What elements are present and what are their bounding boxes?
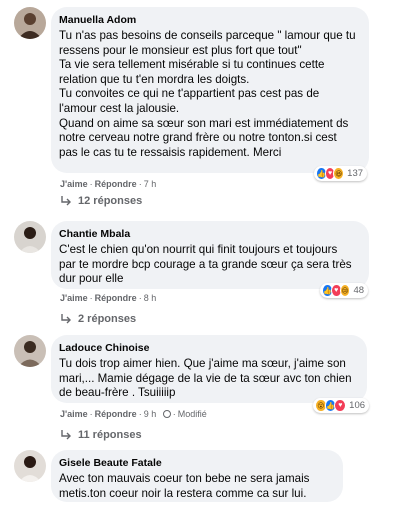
avatar[interactable] [14, 450, 46, 482]
comment-bubble: Manuella Adom Tu n'as pas besoins de con… [51, 7, 369, 173]
comment-author[interactable]: Ladouce Chinoise [59, 342, 357, 354]
comment-text: Tu n'as pas besoins de conseils parceque… [59, 29, 356, 159]
comment-actions: J'aime · Répondre · 9 h · Modifié [60, 409, 207, 419]
comment-author[interactable]: Gisele Beaute Fatale [59, 457, 333, 469]
replies-count: 12 réponses [78, 195, 143, 207]
comment-time[interactable]: 8 h [144, 293, 157, 303]
reaction-count: 137 [347, 168, 364, 179]
avatar[interactable] [14, 221, 46, 253]
reaction-count: 106 [349, 400, 366, 411]
replies-count: 11 réponses [78, 429, 142, 441]
replies-count: 2 réponses [78, 313, 137, 325]
like-link[interactable]: J'aime [60, 293, 88, 303]
reply-link[interactable]: Répondre [95, 179, 137, 189]
love-reaction-icon: ♥ [334, 399, 347, 412]
globe-icon [162, 410, 171, 418]
reply-arrow-icon [61, 430, 71, 440]
reply-link[interactable]: Répondre [95, 293, 137, 303]
view-replies-link[interactable]: 2 réponses [60, 313, 136, 325]
comment-bubble: Chantie Mbala C'est le chien qu'on nourr… [51, 221, 369, 289]
reply-arrow-icon [61, 196, 71, 206]
comment-text: Avec ton mauvais coeur ton bebe ne sera … [59, 472, 310, 500]
reaction-summary[interactable]: 👍 ♥ 😆 137 [314, 166, 367, 181]
comment-actions: J'aime · Répondre · 8 h [60, 293, 157, 303]
comment-time[interactable]: 9 h [144, 409, 157, 419]
comment-author[interactable]: Chantie Mbala [59, 228, 359, 240]
modified-label[interactable]: Modifié [178, 409, 207, 419]
reply-arrow-icon [61, 314, 71, 324]
comment-author[interactable]: Manuella Adom [59, 14, 359, 26]
avatar[interactable] [14, 335, 46, 367]
comment-text: C'est le chien qu'on nourrit qui finit t… [59, 243, 352, 286]
like-link[interactable]: J'aime [60, 409, 88, 419]
comment-actions: J'aime · Répondre · 7 h [60, 179, 157, 189]
haha-reaction-icon: 😆 [333, 167, 345, 180]
view-replies-link[interactable]: 11 réponses [60, 429, 142, 441]
avatar[interactable] [14, 7, 46, 39]
comment-bubble: Gisele Beaute Fatale Avec ton mauvais co… [51, 450, 343, 502]
comment-text: Tu dois trop aimer hien. Que j'aime ma s… [59, 357, 352, 400]
comment-time[interactable]: 7 h [144, 179, 157, 189]
reaction-summary[interactable]: 👍 ♥ 😢 48 [320, 283, 368, 298]
comment-bubble: Ladouce Chinoise Tu dois trop aimer hien… [51, 335, 367, 403]
reaction-summary[interactable]: 😮 👍 ♥ 106 [313, 398, 369, 413]
reply-link[interactable]: Répondre [95, 409, 137, 419]
like-link[interactable]: J'aime [60, 179, 88, 189]
sad-reaction-icon: 😢 [339, 284, 351, 297]
reaction-count: 48 [353, 285, 365, 296]
view-replies-link[interactable]: 12 réponses [60, 195, 142, 207]
